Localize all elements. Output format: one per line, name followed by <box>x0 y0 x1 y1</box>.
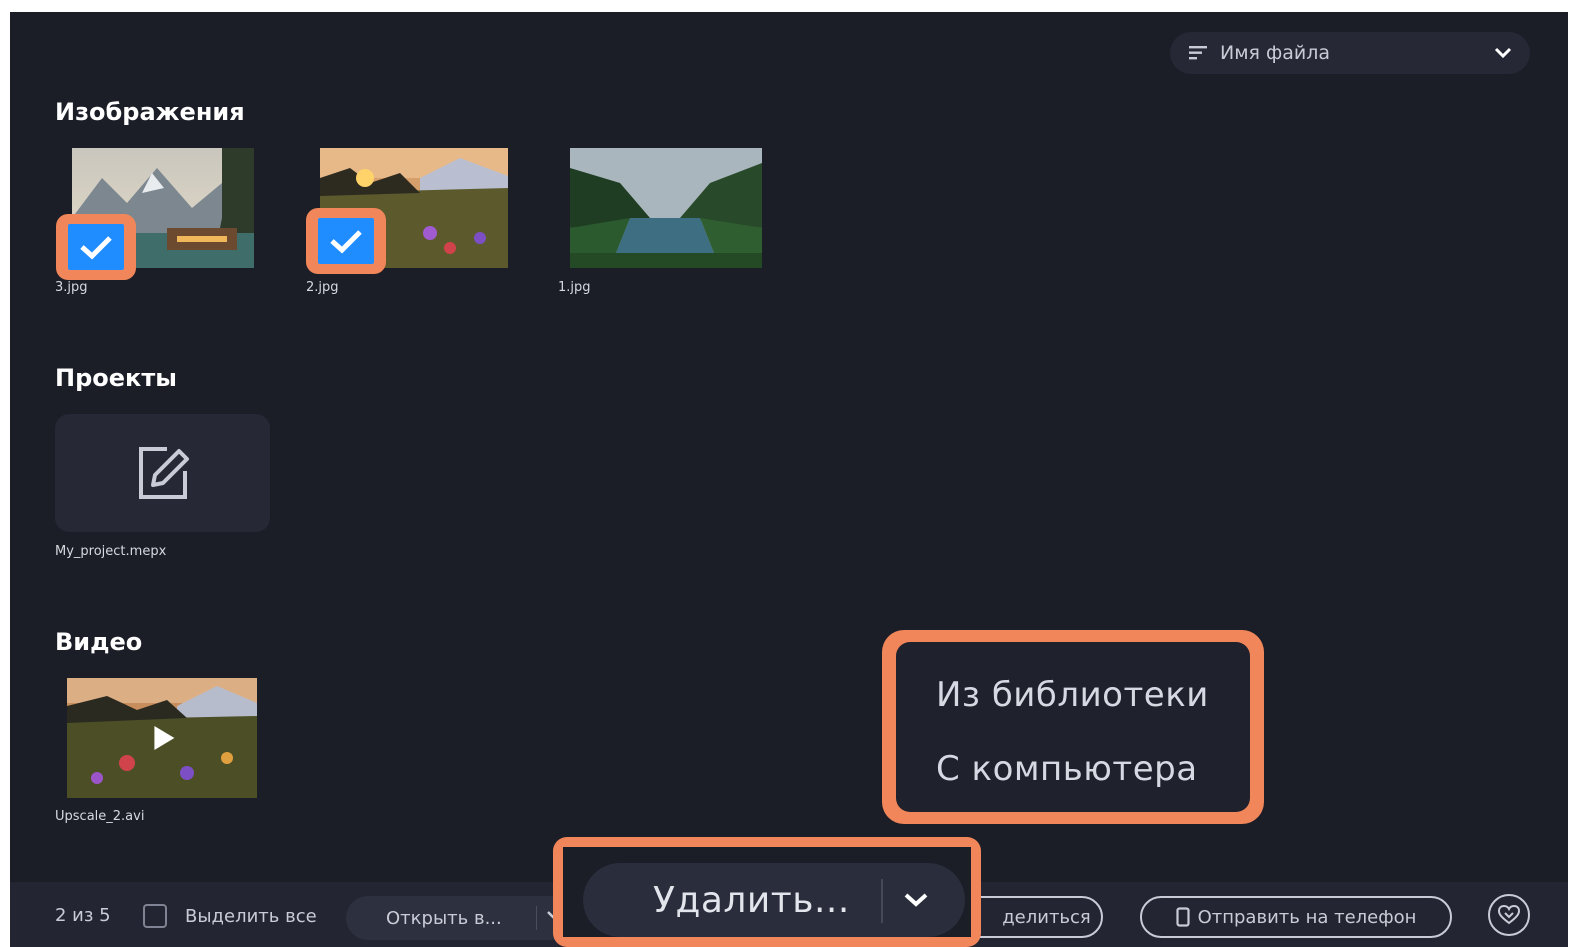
menu-item-from-library[interactable]: Из библиотеки <box>936 664 1210 726</box>
edit-icon <box>138 447 189 499</box>
checkbox-highlight <box>56 214 136 280</box>
chevron-down-icon[interactable] <box>901 885 931 919</box>
checkbox-highlight <box>306 208 386 274</box>
image-caption: 3.jpg <box>55 280 88 295</box>
delete-area: Удалить... <box>563 847 971 937</box>
image-caption: 2.jpg <box>306 280 339 295</box>
menu-item-from-computer[interactable]: С компьютера <box>936 738 1210 800</box>
check-icon <box>80 236 112 260</box>
heart-icon <box>1498 905 1520 925</box>
share-label: делиться <box>1002 906 1091 928</box>
image-checkbox-2[interactable] <box>318 218 374 264</box>
project-caption: My_project.mepx <box>55 544 167 559</box>
sort-label: Имя файла <box>1220 42 1331 64</box>
dropdown-highlight: Из библиотеки С компьютера <box>882 630 1264 824</box>
image-thumbnail-1[interactable] <box>570 148 762 268</box>
project-card[interactable] <box>55 414 270 532</box>
image-checkbox-3[interactable] <box>68 224 124 270</box>
check-icon <box>330 230 362 254</box>
selection-count: 2 из 5 <box>55 905 111 926</box>
delete-label: Удалить... <box>653 879 850 921</box>
select-all-label[interactable]: Выделить все <box>185 906 317 927</box>
open-in-label: Открыть в... <box>386 907 502 929</box>
video-thumbnail[interactable] <box>67 678 257 798</box>
chevron-down-icon <box>1494 47 1512 59</box>
delete-button-highlight: Удалить... <box>553 837 981 947</box>
phone-icon <box>1175 907 1190 927</box>
divider <box>536 906 537 930</box>
image-caption: 1.jpg <box>558 280 591 295</box>
select-all-checkbox[interactable] <box>143 904 167 928</box>
media-library-window: Имя файла Изображения 3.jpg 2.jpg 1.jpg … <box>10 12 1568 947</box>
send-to-phone-button[interactable]: Отправить на телефон <box>1140 896 1452 938</box>
sort-dropdown[interactable]: Имя файла <box>1170 32 1530 74</box>
section-title-projects: Проекты <box>55 364 177 392</box>
sort-icon <box>1188 44 1210 62</box>
divider <box>881 879 883 923</box>
delete-options-menu: Из библиотеки С компьютера <box>896 642 1250 812</box>
delete-button[interactable]: Удалить... <box>583 863 965 937</box>
send-to-phone-label: Отправить на телефон <box>1197 906 1417 928</box>
open-in-button[interactable]: Открыть в... <box>346 896 586 940</box>
play-icon <box>154 726 175 750</box>
video-caption: Upscale_2.avi <box>55 809 145 824</box>
section-title-video: Видео <box>55 628 143 656</box>
section-title-images: Изображения <box>55 98 245 126</box>
favorite-button[interactable] <box>1488 894 1530 936</box>
